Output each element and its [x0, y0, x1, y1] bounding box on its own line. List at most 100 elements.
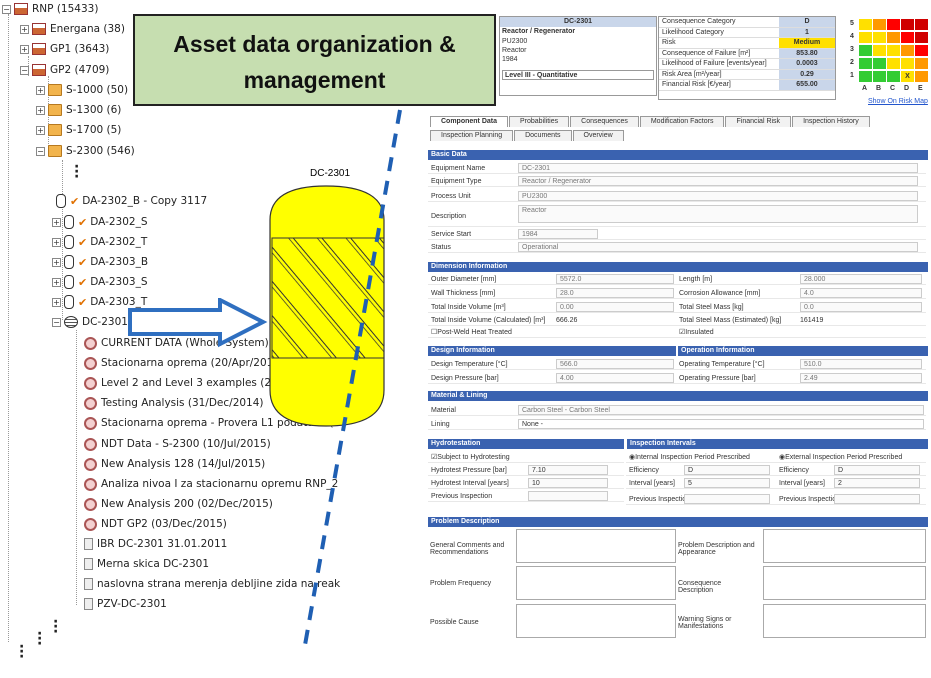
tab-documents[interactable]: Documents [514, 130, 572, 141]
expand-icon[interactable]: + [36, 85, 45, 95]
tab-modification-factors[interactable]: Modification Factors [639, 116, 725, 127]
tab-row-2: Inspection Planning Documents Overview [430, 130, 624, 141]
tab-overview[interactable]: Overview [572, 130, 624, 141]
equipment-type-select[interactable]: Reactor / Regenerator [518, 176, 918, 186]
service-start-input[interactable]: 1984 [518, 229, 598, 239]
hydro-previous-inspection-input[interactable] [528, 491, 608, 501]
material-select[interactable]: Carbon Steel - Carbon Steel [518, 405, 924, 415]
analysis-icon [84, 437, 97, 451]
tree-node-analysis[interactable]: New Analysis 200 (02/Dec/2015) [84, 496, 273, 512]
possible-cause-textarea[interactable] [516, 604, 676, 638]
expand-icon[interactable]: + [52, 297, 61, 307]
collapse-icon[interactable]: − [20, 65, 29, 75]
field-row: Interval [years] 2 [776, 478, 926, 489]
more-items-icon: · · · [37, 626, 43, 652]
expand-icon[interactable]: + [20, 44, 29, 54]
external-previous-inspection-input[interactable] [834, 494, 920, 504]
matrix-cell [900, 57, 915, 70]
corrosion-allowance-input[interactable]: 4.0 [800, 288, 922, 298]
risk-row: Financial Risk [€/year] 655.00 [659, 80, 835, 91]
internal-period-radio[interactable]: ◉ Internal Inspection Period Prescribed [626, 452, 776, 463]
document-icon [84, 578, 93, 590]
tree-node-analysis[interactable]: Testing Analysis (31/Dec/2014) [84, 395, 264, 411]
expand-icon[interactable]: + [36, 125, 45, 135]
tab-component-data[interactable]: Component Data [430, 116, 508, 127]
tree-node-gp1[interactable]: + GP1 (3643) [20, 41, 109, 57]
tree-node-energana[interactable]: + Energana (38) [20, 21, 125, 37]
problem-frequency-textarea[interactable] [516, 566, 676, 600]
design-pressure-input[interactable]: 4.00 [556, 373, 674, 383]
internal-interval-input[interactable]: 5 [684, 478, 770, 488]
expand-icon[interactable]: + [52, 277, 61, 287]
analysis-level-select[interactable]: Level III - Quantitative [502, 70, 654, 80]
expand-icon[interactable]: + [52, 257, 61, 267]
general-comments-textarea[interactable] [516, 529, 676, 563]
internal-previous-inspection-input[interactable] [684, 494, 770, 504]
outer-diameter-input[interactable]: 5572.0 [556, 274, 674, 284]
hydrotest-checkbox[interactable]: ☑ Subject to Hydrotesting [428, 452, 624, 463]
tree-node-analysis[interactable]: Level 2 and Level 3 examples (20/A [84, 375, 288, 391]
internal-efficiency-select[interactable]: D [684, 465, 770, 475]
tab-inspection-history[interactable]: Inspection History [792, 116, 870, 127]
collapse-icon[interactable]: − [2, 4, 11, 14]
expand-icon[interactable]: + [52, 237, 61, 247]
tree-node-equipment[interactable]: + ✔ DA-2302_T [52, 234, 147, 250]
description-input[interactable]: Reactor [518, 205, 918, 223]
tab-inspection-planning[interactable]: Inspection Planning [430, 130, 514, 141]
hydrotest-interval-input[interactable]: 10 [528, 478, 608, 488]
tree-node-equipment[interactable]: + ✔ DA-2303_S [52, 274, 148, 290]
tree-node-document[interactable]: IBR DC-2301 31.01.2011 [84, 536, 227, 552]
insulated-checkbox[interactable]: ☑ Insulated [676, 327, 926, 338]
field-row: Previous Inspection [428, 491, 624, 502]
tree-node-analysis[interactable]: Stacionarna oprema (20/Apr/2015) [84, 355, 284, 371]
tree-node-dc2301[interactable]: − DC-2301 [52, 314, 128, 330]
analysis-icon [84, 477, 97, 491]
problem-description-textarea[interactable] [763, 529, 926, 563]
tree-node-analysis[interactable]: NDT GP2 (03/Dec/2015) [84, 516, 227, 532]
length-input[interactable]: 28.000 [800, 274, 922, 284]
tree-node-document[interactable]: PZV-DC-2301 [84, 596, 167, 612]
lining-select[interactable]: None - [518, 419, 924, 429]
warning-signs-textarea[interactable] [763, 604, 926, 638]
tree-node-s1000[interactable]: + S-1000 (50) [36, 82, 128, 98]
process-unit-input[interactable]: PU2300 [518, 191, 918, 201]
design-temperature-input[interactable]: 566.0 [556, 359, 674, 369]
external-interval-input[interactable]: 2 [834, 478, 920, 488]
tree-node-s1700[interactable]: + S-1700 (5) [36, 122, 121, 138]
operating-temperature-input[interactable]: 510.0 [800, 359, 922, 369]
equipment-name-input[interactable]: DC-2301 [518, 163, 918, 173]
tree-node-analysis[interactable]: New Analysis 128 (14/Jul/2015) [84, 456, 265, 472]
steel-mass-input[interactable]: 0.0 [800, 302, 922, 312]
unit-folder-icon [48, 104, 62, 116]
external-efficiency-select[interactable]: D [834, 465, 920, 475]
tab-probabilities[interactable]: Probabilities [509, 116, 570, 127]
inside-volume-input[interactable]: 0.00 [556, 302, 674, 312]
expand-icon[interactable]: + [52, 217, 61, 227]
tree-node-root[interactable]: − RNP (15433) [2, 1, 98, 17]
collapse-icon[interactable]: − [36, 146, 45, 156]
tree-node-equipment[interactable]: + ✔ DA-2303_B [52, 254, 148, 270]
expand-icon[interactable]: + [36, 105, 45, 115]
document-icon [84, 538, 93, 550]
check-icon: ✔ [78, 235, 88, 249]
pwht-checkbox[interactable]: ☐ Post-Weld Heat Treated [428, 327, 676, 338]
tab-financial-risk[interactable]: Financial Risk [725, 116, 792, 127]
tree-node-equipment[interactable]: ✔ DA-2302_B - Copy 3117 [56, 193, 207, 209]
tab-consequences[interactable]: Consequences [570, 116, 639, 127]
status-select[interactable]: Operational [518, 242, 918, 252]
consequence-description-textarea[interactable] [763, 566, 926, 600]
tree-node-document[interactable]: Merna skica DC-2301 [84, 556, 209, 572]
hydrotest-pressure-input[interactable]: 7.10 [528, 465, 608, 475]
operating-pressure-input[interactable]: 2.49 [800, 373, 922, 383]
tree-node-s1300[interactable]: + S-1300 (6) [36, 102, 121, 118]
external-period-radio[interactable]: ◉ External Inspection Period Prescribed [776, 452, 926, 463]
expand-icon[interactable]: + [20, 24, 29, 34]
tree-node-analysis[interactable]: NDT Data - S-2300 (10/Jul/2015) [84, 436, 271, 452]
field-row: Efficiency D [776, 465, 926, 476]
wall-thickness-input[interactable]: 28.0 [556, 288, 674, 298]
tree-node-gp2[interactable]: − GP2 (4709) [20, 62, 109, 78]
tree-node-equipment[interactable]: + ✔ DA-2302_S [52, 214, 148, 230]
show-on-risk-map-link[interactable]: Show On Risk Map [868, 98, 928, 105]
tree-node-s2300[interactable]: − S-2300 (546) [36, 143, 135, 159]
collapse-icon[interactable]: − [52, 317, 61, 327]
